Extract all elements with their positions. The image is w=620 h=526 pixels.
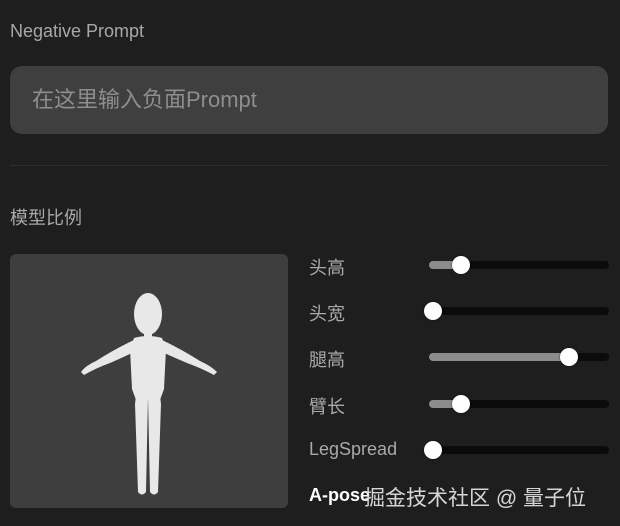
slider-arm-length[interactable] [429, 395, 609, 413]
slider-thumb[interactable] [424, 441, 442, 459]
figure-left-arm [81, 340, 134, 375]
a-pose-button[interactable]: A-pose [309, 485, 370, 506]
watermark: 掘金技术社区 @ 量子位 [364, 487, 586, 510]
figure-torso [130, 336, 166, 400]
mannequin-figure [81, 293, 217, 495]
slider-head-height-label: 头高 [309, 258, 345, 278]
model-ratio-title: 模型比例 [10, 208, 82, 228]
slider-leg-spread[interactable] [424, 441, 609, 459]
slider-arm-length-label: 臂长 [309, 397, 345, 417]
section-divider [10, 165, 608, 166]
slider-head-width[interactable] [424, 302, 609, 320]
figure-right-arm [162, 340, 217, 375]
negative-prompt-title: Negative Prompt [10, 21, 145, 41]
slider-leg-spread-label: LegSpread [309, 439, 398, 459]
figure-right-leg [148, 396, 161, 495]
slider-thumb[interactable] [452, 256, 471, 274]
slider-head-height[interactable] [429, 256, 609, 274]
slider-thumb[interactable] [560, 348, 579, 366]
slider-thumb[interactable] [452, 395, 471, 413]
slider-leg-height-label: 腿高 [309, 350, 345, 370]
negative-prompt-input[interactable] [10, 66, 608, 134]
slider-head-width-label: 头宽 [309, 304, 345, 324]
model-preview[interactable] [10, 254, 288, 508]
slider-fill [429, 353, 570, 361]
slider-thumb[interactable] [424, 302, 442, 320]
slider-leg-height[interactable] [429, 348, 609, 366]
figure-left-leg [135, 396, 148, 495]
negative-prompt-box[interactable] [10, 66, 608, 134]
figure-head [134, 293, 162, 335]
